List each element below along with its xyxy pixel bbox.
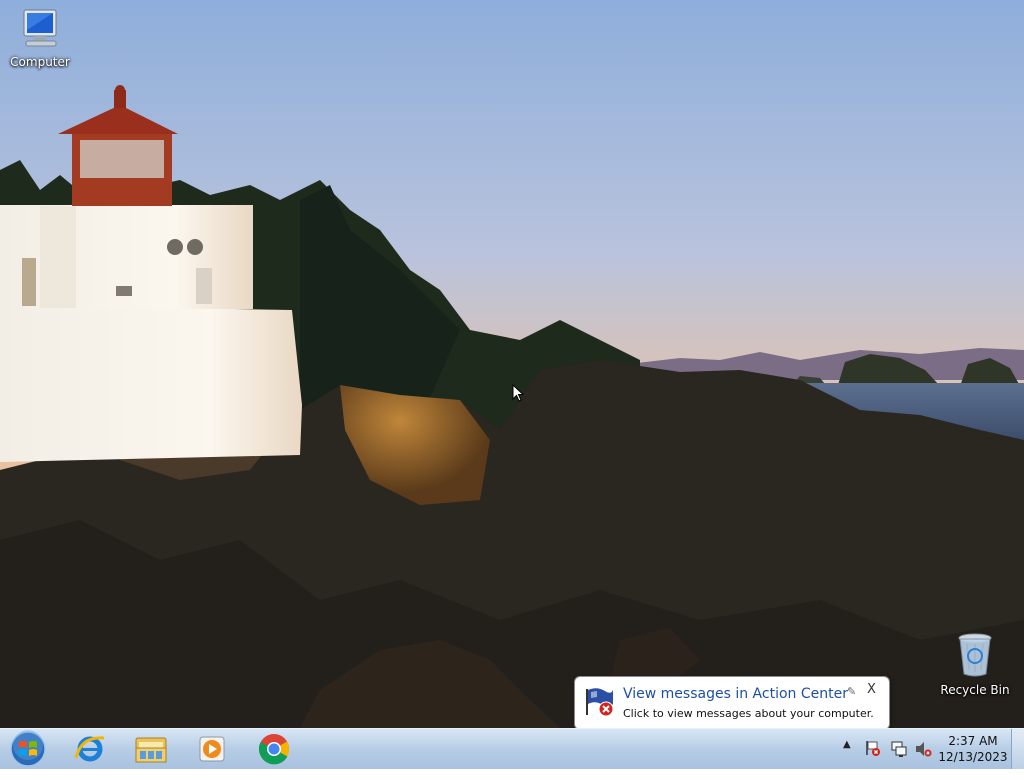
mouse-cursor-icon: [512, 383, 525, 406]
close-icon[interactable]: X: [867, 682, 876, 697]
desktop-icon-recycle-bin[interactable]: Recycle Bin: [940, 630, 1010, 697]
show-hidden-icons-button[interactable]: ▲: [843, 739, 851, 779]
folder-icon: [135, 737, 167, 763]
computer-icon: [5, 8, 75, 53]
start-button[interactable]: [4, 730, 52, 767]
media-player-icon: [199, 736, 225, 762]
network-icon[interactable]: [890, 740, 908, 780]
taskbar-google-chrome[interactable]: [250, 731, 298, 767]
taskbar-windows-explorer[interactable]: [127, 731, 175, 767]
chrome-icon: [258, 734, 290, 765]
taskbar-internet-explorer[interactable]: [66, 731, 114, 767]
notification-body: Click to view messages about your comput…: [623, 707, 874, 720]
action-center-notification[interactable]: View messages in Action Center Click to …: [574, 676, 890, 741]
action-center-flag-icon: [583, 685, 617, 723]
action-center-tray-icon[interactable]: [864, 739, 882, 779]
internet-explorer-icon: [74, 736, 105, 762]
desktop-icon-label: Computer: [10, 55, 70, 69]
recycle-bin-icon: [940, 630, 1010, 681]
windows-logo-icon: [10, 730, 46, 767]
desktop-icon-computer[interactable]: Computer: [5, 8, 75, 69]
taskbar: ▲ 2:37 AM 12/13/2023: [0, 728, 1024, 769]
clock-time: 2:37 AM: [948, 734, 998, 748]
clock-date: 12/13/2023: [938, 750, 1008, 764]
show-desktop-button[interactable]: [1011, 729, 1024, 769]
notification-title[interactable]: View messages in Action Center: [623, 686, 848, 702]
pin-icon[interactable]: ✎: [847, 685, 856, 698]
desktop-wallpaper: [0, 0, 1024, 728]
taskbar-windows-media-player[interactable]: [188, 731, 236, 767]
system-clock[interactable]: 2:37 AM 12/13/2023: [936, 733, 1010, 765]
volume-muted-icon[interactable]: [914, 740, 932, 780]
desktop-icon-label: Recycle Bin: [940, 683, 1010, 697]
